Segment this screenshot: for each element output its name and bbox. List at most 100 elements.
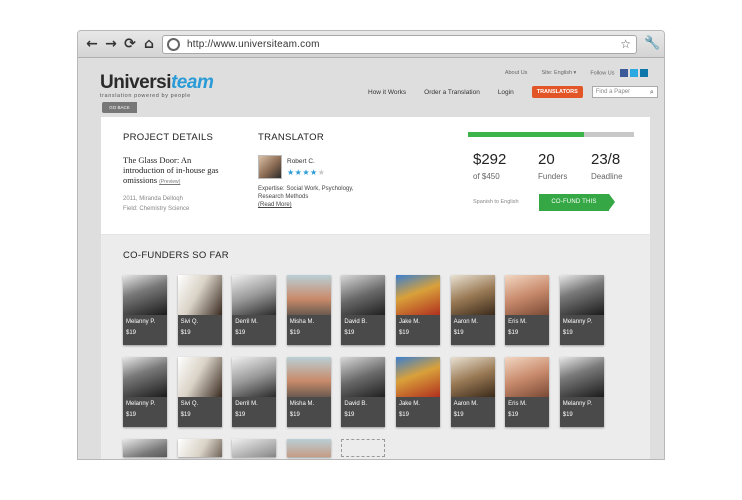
bookmark-star-icon[interactable]: ☆: [620, 37, 631, 51]
cofunder-card[interactable]: Melanny P. $19: [123, 357, 167, 427]
logo-main-text: Universi: [100, 72, 171, 93]
cofunder-name: Aaron M.: [453, 401, 478, 407]
translator-rating: ★★★★★: [287, 168, 325, 177]
search-input[interactable]: Find a Paper ⌕: [591, 86, 658, 98]
cofunder-name: Misha M.: [289, 401, 315, 407]
cofunder-card[interactable]: David B. $19: [341, 275, 386, 345]
cofunder-photo: [177, 275, 222, 315]
cofunder-card[interactable]: Derril M. $19: [232, 357, 277, 427]
cofunder-card[interactable]: Aaron M. $19: [450, 357, 495, 427]
preview-link[interactable]: (Preview): [159, 179, 180, 185]
cofunder-photo: [341, 357, 386, 397]
empty-cofunder-slot[interactable]: [341, 439, 386, 457]
book-field: Field: Chemistry Science: [123, 206, 190, 212]
reload-icon[interactable]: ⟳: [122, 36, 138, 52]
site-logo[interactable]: Universiteam translation powered by peop…: [100, 72, 214, 99]
cofunder-amount: $19: [453, 330, 464, 336]
forward-arrow-icon[interactable]: →: [103, 36, 119, 52]
cofunder-card[interactable]: [286, 439, 331, 457]
cofunder-photo: [123, 357, 167, 397]
address-bar[interactable]: http://www.universiteam.com ☆: [162, 35, 637, 54]
login-link[interactable]: Login: [498, 89, 514, 96]
search-icon[interactable]: ⌕: [650, 88, 654, 97]
language-pair: Spanish to English: [473, 199, 519, 205]
cofunder-card[interactable]: Jake M. $19: [395, 357, 440, 427]
browser-window: ← → ⟳ ⌂ http://www.universiteam.com ☆ 🔧 …: [77, 30, 665, 460]
book-year-author: 2011, Miranda Delloqh: [123, 196, 183, 202]
funding-progress-bar: [468, 132, 634, 137]
cofunder-photo: [395, 357, 440, 397]
cofunder-card[interactable]: Misha M. $19: [286, 275, 331, 345]
cofunder-name: Melanny P.: [126, 319, 156, 325]
about-link[interactable]: About Us: [505, 70, 528, 76]
cofunder-photo: [559, 275, 604, 315]
cofunder-name: Jake M.: [398, 401, 420, 407]
site-language-select[interactable]: Site: English ▾: [541, 70, 576, 76]
deadline-label: Deadline: [591, 172, 623, 181]
cofunder-amount: $19: [562, 330, 573, 336]
cofunder-photo: [123, 275, 167, 315]
browser-toolbar: ← → ⟳ ⌂ http://www.universiteam.com ☆ 🔧: [78, 31, 664, 58]
cofunder-photo: [232, 357, 277, 397]
cofunder-amount: $19: [235, 412, 246, 418]
go-back-button[interactable]: GO BACK: [102, 102, 137, 113]
cofunder-photo: [286, 357, 331, 397]
cofunder-amount: $19: [344, 412, 355, 418]
translator-expertise: Expertise: Social Work, Psychology, Rese…: [258, 185, 358, 209]
wrench-icon[interactable]: 🔧: [644, 36, 660, 51]
web-page: Universiteam translation powered by peop…: [78, 58, 664, 459]
cofunder-card[interactable]: Eris M. $19: [505, 357, 550, 427]
translators-button[interactable]: TRANSLATORS: [531, 86, 583, 98]
cofunder-photo: [123, 439, 167, 457]
cofunder-card[interactable]: Derril M. $19: [232, 275, 277, 345]
cofunder-card[interactable]: [177, 439, 222, 457]
cofunder-name: Sivi Q.: [180, 401, 199, 407]
how-it-works-link[interactable]: How it Works: [368, 89, 406, 96]
cofunder-name: Jake M.: [398, 319, 420, 325]
cofunder-card[interactable]: Eris M. $19: [505, 275, 550, 345]
cofunder-photo: [341, 275, 386, 315]
back-arrow-icon[interactable]: ←: [84, 36, 100, 52]
cofunder-photo: [286, 275, 331, 315]
cofunder-card[interactable]: [232, 439, 277, 457]
cofunder-card[interactable]: Sivi Q. $19: [177, 275, 222, 345]
cofunder-card[interactable]: Melanny P. $19: [123, 275, 167, 345]
book-title: The Glass Door: An introduction of in-ho…: [123, 155, 231, 187]
cofunder-card[interactable]: Melanny P. $19: [559, 275, 604, 345]
cofunder-card[interactable]: Misha M. $19: [286, 357, 331, 427]
url-text: http://www.universiteam.com: [187, 39, 320, 50]
cofunder-card[interactable]: Jake M. $19: [395, 275, 440, 345]
cofunder-name: Derril M.: [235, 401, 258, 407]
cofunder-name: Sivi Q.: [180, 319, 199, 325]
cofunder-name: Misha M.: [289, 319, 315, 325]
cofunder-amount: $19: [180, 412, 191, 418]
cofunder-card[interactable]: Aaron M. $19: [450, 275, 495, 345]
cofunder-card[interactable]: David B. $19: [341, 357, 386, 427]
cofunder-photo: [232, 439, 277, 457]
funding-progress-fill: [468, 132, 585, 137]
cofunder-photo: [505, 357, 550, 397]
amount-raised: $292: [473, 151, 507, 168]
cofunder-amount: $19: [289, 330, 300, 336]
rating-stars-on: ★★★★: [287, 168, 318, 177]
co-fund-button[interactable]: CO-FUND THIS PROJECT: [539, 194, 615, 222]
home-icon[interactable]: ⌂: [141, 36, 157, 52]
cofunder-amount: $19: [180, 330, 191, 336]
cofunder-card[interactable]: Sivi Q. $19: [177, 357, 222, 427]
read-more-link[interactable]: (Read More): [258, 201, 358, 209]
cofunder-amount: $19: [126, 330, 137, 336]
facebook-icon[interactable]: [620, 69, 628, 77]
cofunder-amount: $19: [562, 412, 573, 418]
translator-name[interactable]: Robert C.: [287, 158, 315, 165]
project-card: PROJECT DETAILS The Glass Door: An intro…: [101, 117, 650, 459]
linkedin-icon[interactable]: [640, 69, 648, 77]
order-translation-link[interactable]: Order a Translation: [424, 89, 480, 96]
cofunder-card[interactable]: Melanny P. $19: [559, 357, 604, 427]
translator-avatar[interactable]: [258, 155, 282, 179]
cofunder-name: Eris M.: [508, 319, 527, 325]
cofunder-card[interactable]: [123, 439, 167, 457]
twitter-icon[interactable]: [630, 69, 638, 77]
cofunder-amount: $19: [289, 412, 300, 418]
cofunder-photo: [450, 275, 495, 315]
follow-us-label: Follow Us: [590, 69, 648, 77]
